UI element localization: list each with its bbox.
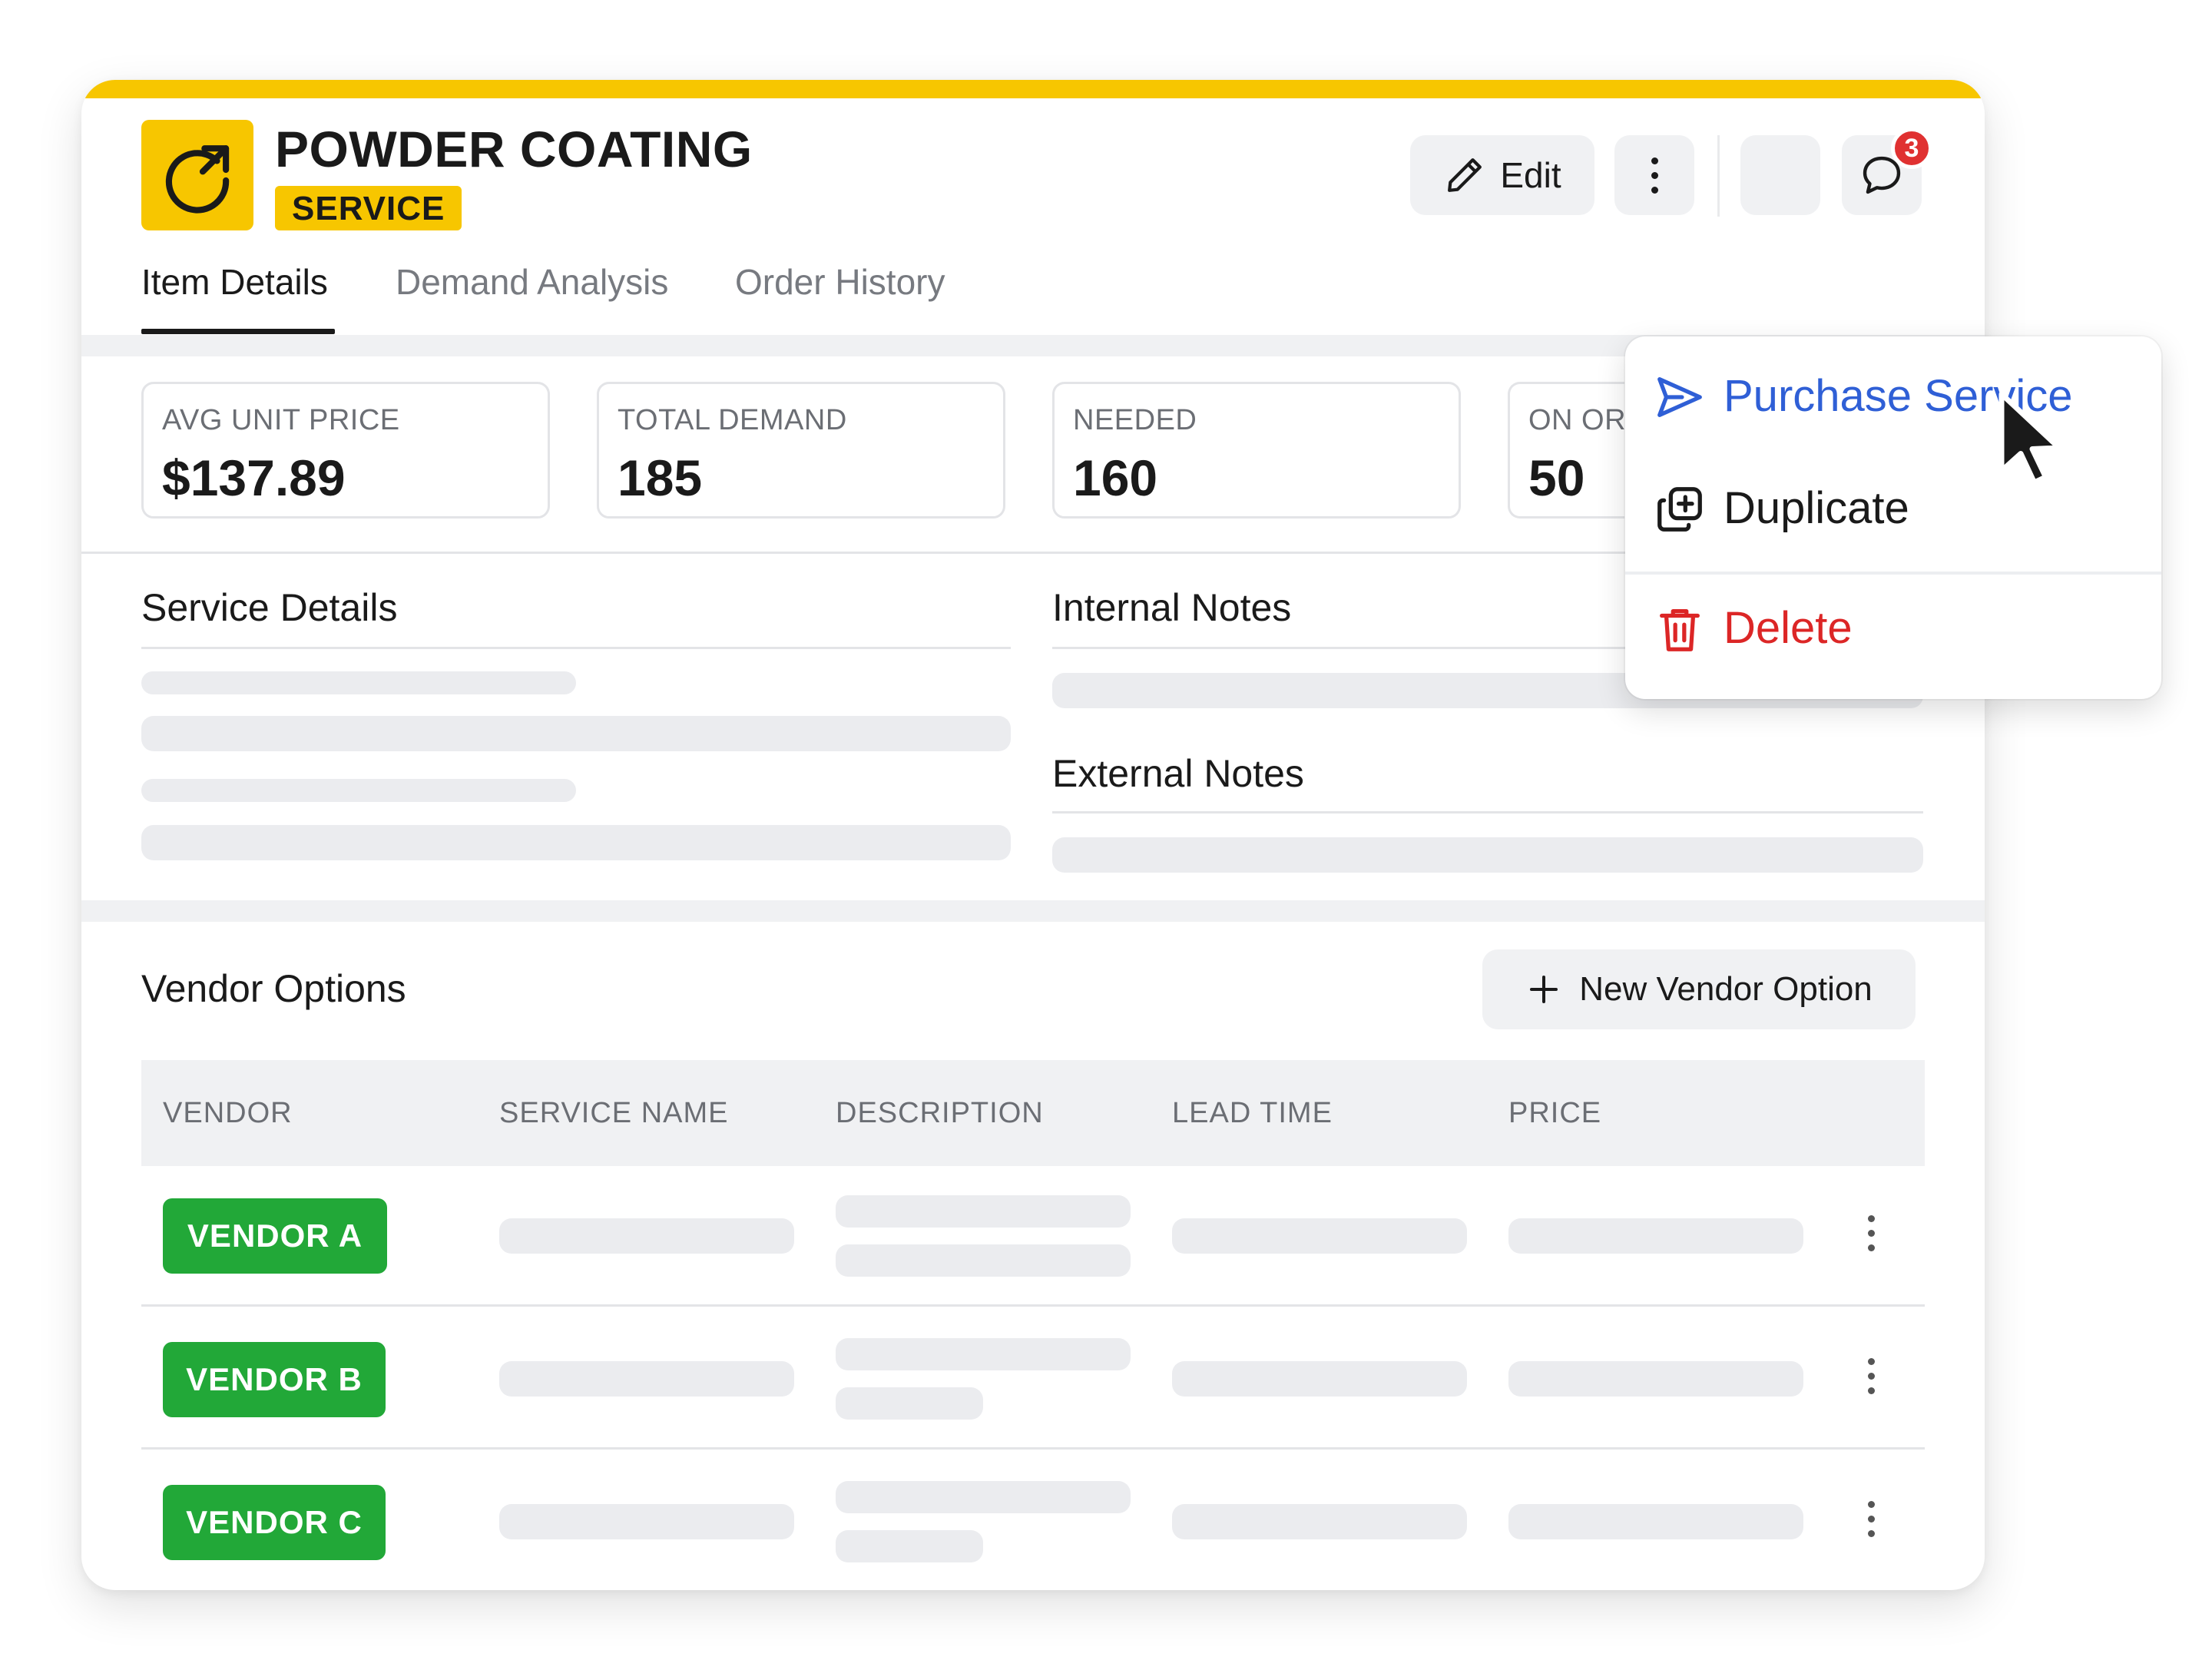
mouse-cursor-icon (1998, 391, 2062, 485)
new-vendor-option-label: New Vendor Option (1579, 970, 1873, 1008)
more-options-button[interactable] (1614, 135, 1694, 215)
stat-label: ON ORI (1528, 404, 1624, 436)
skeleton-cell (499, 1504, 794, 1539)
notification-badge: 3 (1891, 128, 1932, 169)
page-title: POWDER COATING (275, 121, 753, 177)
send-icon (1657, 377, 1702, 417)
accent-bar (81, 80, 1985, 98)
stat-label: AVG UNIT PRICE (162, 404, 400, 436)
row-more-icon[interactable] (1856, 1501, 1886, 1537)
skeleton-line (1052, 837, 1923, 873)
row-divider (141, 1447, 1925, 1450)
menu-item-label: Delete (1724, 603, 1853, 653)
skeleton-cell (1508, 1361, 1803, 1397)
stat-card-needed: NEEDED 160 (1052, 382, 1461, 519)
vendor-chip[interactable]: VENDOR A (163, 1198, 387, 1274)
rotate-arrow-icon (141, 120, 253, 230)
more-vertical-icon (1639, 157, 1670, 194)
row-divider (141, 1304, 1925, 1307)
stat-value: $137.89 (162, 449, 346, 506)
skeleton-cell (1172, 1218, 1467, 1254)
skeleton-cell (836, 1195, 1131, 1228)
menu-item-purchase-service[interactable]: Purchase Service (1625, 340, 2161, 447)
table-header: VENDOR SERVICE NAME DESCRIPTION LEAD TIM… (141, 1060, 1925, 1166)
duplicate-icon (1657, 487, 1702, 532)
stat-label: TOTAL DEMAND (618, 404, 847, 436)
skeleton-cell (836, 1530, 983, 1562)
skeleton-line (141, 825, 1011, 860)
internal-notes-title: Internal Notes (1052, 586, 1292, 629)
edit-label: Edit (1500, 155, 1561, 195)
row-more-icon[interactable] (1856, 1215, 1886, 1251)
external-notes-rule (1052, 811, 1923, 813)
skeleton-line (141, 671, 576, 694)
pencil-icon (1448, 158, 1482, 192)
skeleton-cell (1172, 1361, 1467, 1397)
stat-value: 185 (618, 449, 703, 506)
vendor-chip[interactable]: VENDOR B (163, 1342, 386, 1417)
external-notes-title: External Notes (1052, 752, 1304, 795)
column-header-vendor[interactable]: VENDOR (163, 1097, 293, 1130)
skeleton-cell (1508, 1504, 1803, 1539)
skeleton-line (141, 779, 576, 802)
vendor-chip[interactable]: VENDOR C (163, 1485, 386, 1560)
new-vendor-option-button[interactable]: New Vendor Option (1482, 949, 1916, 1029)
tab-item-details[interactable]: Item Details (141, 261, 328, 303)
skeleton-cell (836, 1481, 1131, 1513)
type-badge: SERVICE (275, 186, 462, 230)
tab-order-history[interactable]: Order History (735, 261, 945, 303)
vendor-options-title: Vendor Options (141, 967, 406, 1010)
plus-icon (1530, 976, 1558, 1003)
item-detail-card: POWDER COATING SERVICE Edit 3 Item Detai… (81, 80, 1985, 1590)
blank-action-button[interactable] (1740, 135, 1820, 215)
column-header-lead-time[interactable]: LEAD TIME (1172, 1097, 1333, 1130)
skeleton-cell (1508, 1218, 1803, 1254)
stat-card-total-demand: TOTAL DEMAND 185 (597, 382, 1005, 519)
service-details-title: Service Details (141, 586, 398, 629)
column-header-service-name[interactable]: SERVICE NAME (499, 1097, 728, 1130)
header-divider (1717, 135, 1720, 217)
skeleton-cell (836, 1244, 1131, 1277)
column-header-description[interactable]: DESCRIPTION (836, 1097, 1044, 1130)
actions-dropdown-menu: Purchase Service Duplicate Delete (1625, 336, 2161, 699)
skeleton-cell (1172, 1504, 1467, 1539)
stat-value: 50 (1528, 449, 1585, 506)
stat-label: NEEDED (1073, 404, 1197, 436)
skeleton-line (141, 716, 1011, 751)
edit-button[interactable]: Edit (1410, 135, 1594, 215)
stat-card-on-order: ON ORI 50 (1508, 382, 1624, 519)
column-header-price[interactable]: PRICE (1508, 1097, 1601, 1130)
section-divider (81, 900, 1985, 922)
row-more-icon[interactable] (1856, 1358, 1886, 1394)
menu-item-delete[interactable]: Delete (1625, 572, 2161, 679)
skeleton-cell (836, 1387, 983, 1420)
skeleton-cell (836, 1338, 1131, 1370)
skeleton-cell (499, 1361, 794, 1397)
trash-icon (1660, 609, 1700, 651)
stat-card-avg-unit-price: AVG UNIT PRICE $137.89 (141, 382, 550, 519)
menu-item-duplicate[interactable]: Duplicate (1625, 452, 2161, 559)
service-details-rule (141, 647, 1011, 649)
active-tab-indicator (141, 329, 335, 334)
skeleton-cell (499, 1218, 794, 1254)
menu-item-label: Duplicate (1724, 483, 1909, 533)
tab-demand-analysis[interactable]: Demand Analysis (396, 261, 668, 303)
stat-value: 160 (1073, 449, 1158, 506)
